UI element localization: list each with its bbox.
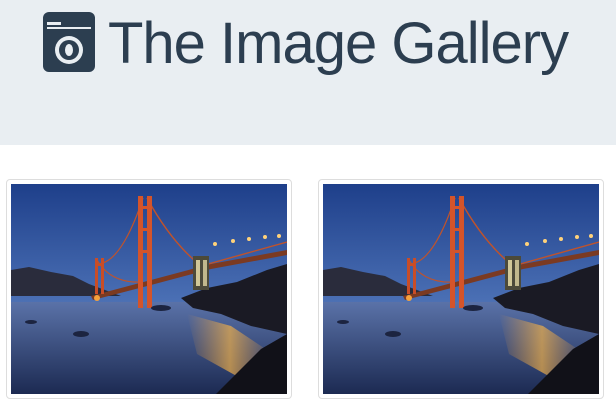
page-title: The Image Gallery [108,11,569,76]
gallery-image [11,184,287,394]
page-header: The Image Gallery [0,0,616,145]
camera-icon [43,12,95,72]
gallery-thumbnail[interactable] [318,179,604,399]
gallery-image [323,184,599,394]
gallery-thumbnail[interactable] [6,179,292,399]
